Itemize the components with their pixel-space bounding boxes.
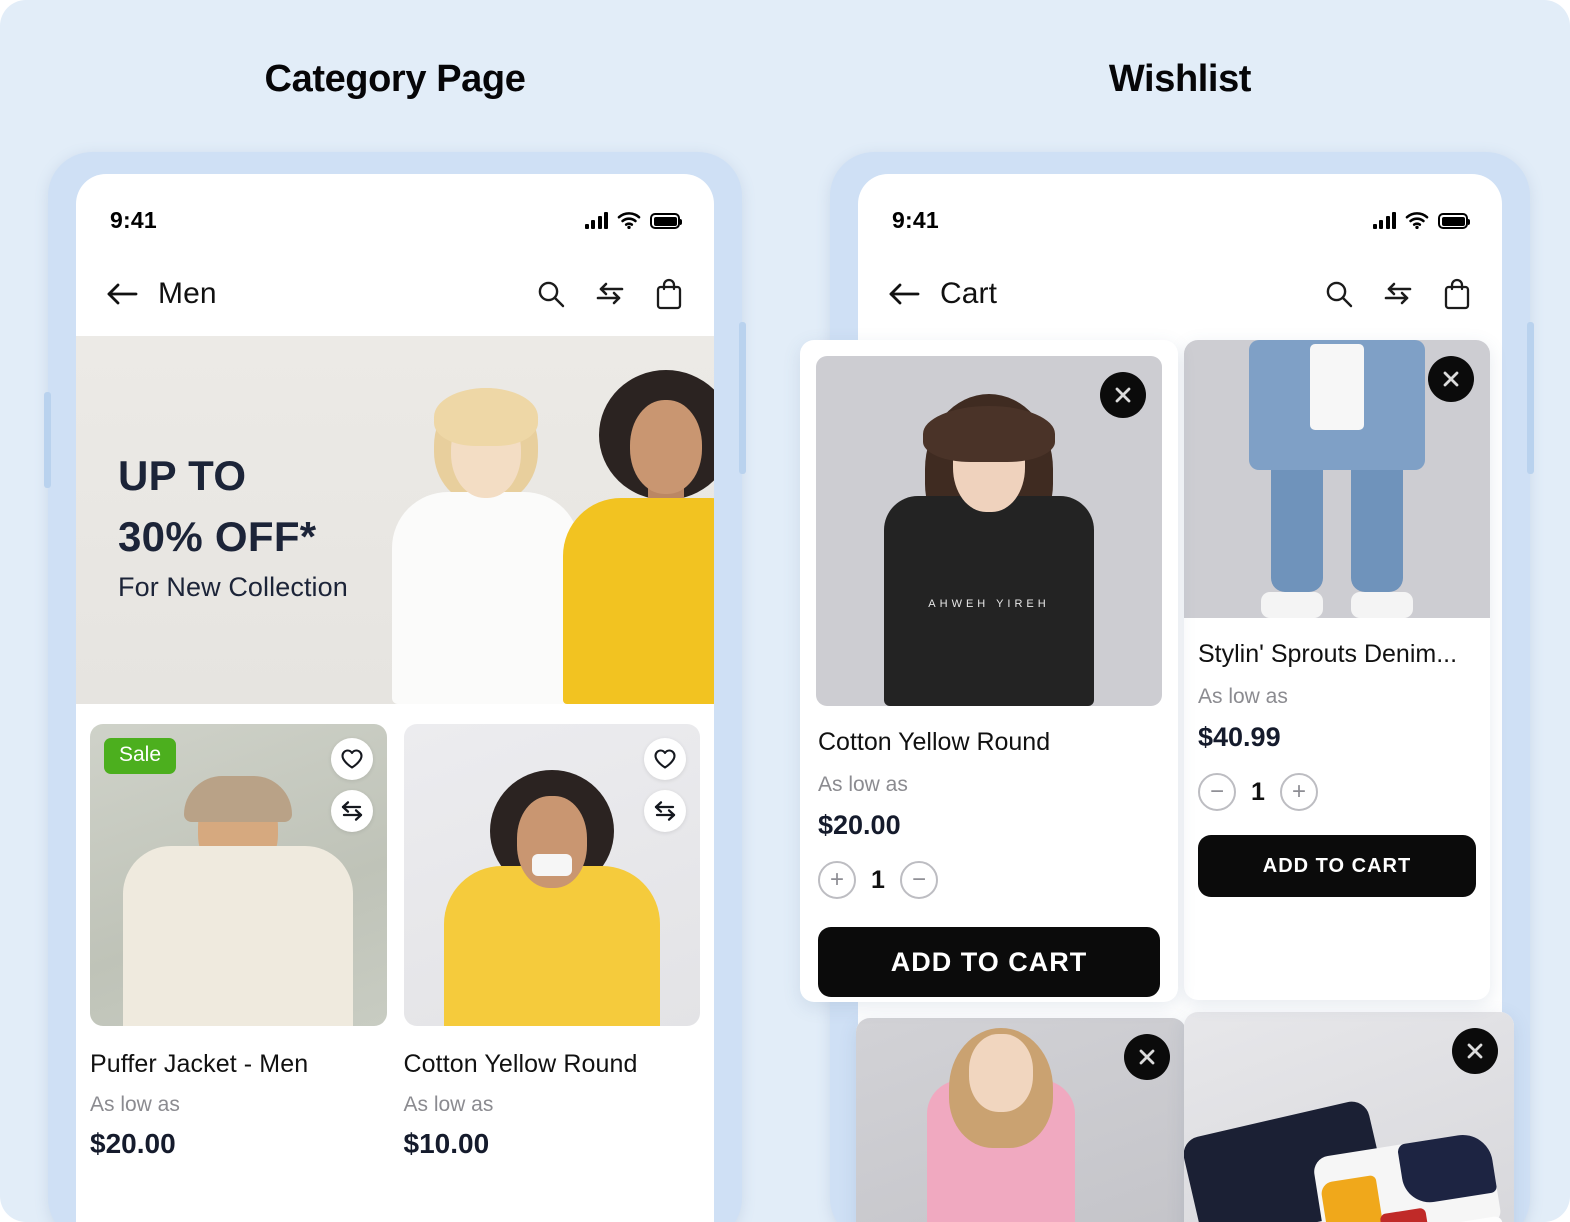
nav-actions [536, 277, 684, 311]
compare-icon[interactable] [1382, 280, 1414, 308]
search-icon[interactable] [1324, 279, 1354, 309]
wishlist-item-card[interactable] [1184, 1012, 1514, 1222]
shopping-bag-icon[interactable] [654, 277, 684, 311]
compare-icon[interactable] [594, 280, 626, 308]
phone-frame-category: 9:41 Men UP TO 30% OFF* For New Collecti… [44, 152, 746, 1222]
quantity-stepper: + 1 − [818, 861, 1160, 899]
wishlist-card-stack: AHWEH YIREH Cotton Yellow Round As low a… [800, 340, 1562, 1222]
close-circle-icon[interactable] [1124, 1034, 1170, 1080]
compare-icon[interactable] [644, 790, 686, 832]
product-image-puffer-jacket[interactable]: Sale [90, 724, 387, 1026]
status-bar: 9:41 [858, 174, 1502, 252]
close-circle-icon[interactable] [1452, 1028, 1498, 1074]
battery-icon [1438, 213, 1470, 229]
page-title: Men [158, 277, 217, 310]
add-to-cart-button[interactable]: ADD TO CART [818, 927, 1160, 997]
wishlist-item-price: $40.99 [1198, 722, 1281, 752]
quantity-value: 1 [1251, 777, 1265, 806]
product-card[interactable]: Cotton Yellow Round As low as $10.00 [403, 724, 700, 1160]
quantity-value: 1 [871, 865, 885, 894]
wishlist-item-title: Cotton Yellow Round [818, 728, 1051, 756]
product-card-actions [644, 738, 686, 832]
wishlist-item-card[interactable]: AHWEH YIREH Cotton Yellow Round As low a… [800, 340, 1178, 1002]
quantity-decrement-button[interactable]: − [900, 861, 938, 899]
phone-side-button-power[interactable] [739, 322, 746, 474]
quantity-decrement-button[interactable]: − [1198, 773, 1236, 811]
section-title-category-page: Category Page [264, 58, 526, 100]
product-price: $20.00 [90, 1128, 176, 1159]
product-price-label: As low as [403, 1093, 494, 1116]
pink-dress-illustration [901, 1028, 1101, 1222]
wifi-icon [1405, 212, 1429, 229]
section-title-wishlist: Wishlist [1108, 58, 1252, 100]
status-time: 9:41 [892, 206, 939, 233]
status-icons [1372, 197, 1470, 229]
black-tee-model-illustration: AHWEH YIREH [869, 376, 1109, 706]
quantity-stepper: − 1 + [1198, 773, 1476, 811]
wishlist-item-image-pink-dress[interactable] [856, 1018, 1186, 1222]
product-price: $10.00 [403, 1128, 490, 1159]
hero-line-1: UP TO [118, 452, 247, 499]
status-icons [584, 197, 682, 229]
wishlist-item-card[interactable]: Stylin' Sprouts Denim... As low as $40.9… [1184, 340, 1490, 1000]
product-card-actions [330, 738, 373, 832]
wishlist-item-price-label: As low as [818, 773, 908, 796]
status-badge-sale: Sale [104, 738, 177, 774]
hero-model-right [556, 354, 714, 704]
signal-bars-icon [1372, 212, 1396, 229]
shopping-bag-icon[interactable] [1442, 277, 1472, 311]
puffer-jacket-illustration [123, 776, 354, 1026]
hero-copy: UP TO 30% OFF* For New Collection [118, 446, 348, 603]
yellow-sweater-illustration [432, 766, 672, 1026]
heart-icon[interactable] [330, 738, 373, 780]
wishlist-item-image-stylin-sprouts-denim[interactable] [1184, 340, 1490, 618]
arrow-left-icon[interactable] [106, 281, 140, 307]
compare-icon[interactable] [330, 790, 373, 832]
product-card[interactable]: Sale Puffer Jacket - Men As low as $20.0… [90, 724, 387, 1160]
wishlist-item-price: $20.00 [818, 810, 901, 840]
hero-line-3: For New Collection [118, 571, 348, 602]
phone-screen-category: 9:41 Men UP TO 30% OFF* For New Collecti… [76, 174, 714, 1222]
product-image-cotton-yellow-round[interactable] [403, 724, 700, 1026]
arrow-left-icon[interactable] [888, 281, 922, 307]
quantity-increment-button[interactable]: + [818, 861, 856, 899]
wishlist-item-image-sneaker[interactable] [1184, 1012, 1514, 1222]
product-title: Cotton Yellow Round [403, 1050, 638, 1078]
close-circle-icon[interactable] [1100, 372, 1146, 418]
wishlist-item-image-cotton-yellow-round[interactable]: AHWEH YIREH [816, 356, 1162, 706]
denim-outfit-illustration [1237, 340, 1437, 618]
search-icon[interactable] [536, 279, 566, 309]
hero-banner[interactable]: UP TO 30% OFF* For New Collection [76, 336, 714, 704]
nav-actions [1324, 277, 1472, 311]
product-price-label: As low as [90, 1093, 180, 1116]
close-circle-icon[interactable] [1428, 356, 1474, 402]
wishlist-item-title: Stylin' Sprouts Denim... [1198, 640, 1458, 668]
status-time: 9:41 [110, 206, 157, 233]
status-bar: 9:41 [76, 174, 714, 252]
nav-bar-category: Men [76, 252, 714, 336]
hero-line-2: 30% OFF* [118, 512, 317, 560]
nav-bar-cart: Cart [858, 252, 1502, 336]
wishlist-item-card[interactable] [856, 1018, 1186, 1222]
product-grid: Sale Puffer Jacket - Men As low as $20.0… [76, 704, 714, 1160]
phone-side-button-volume[interactable] [44, 392, 51, 488]
wifi-icon [617, 212, 641, 229]
battery-icon [650, 213, 682, 229]
page-canvas: Category Page Wishlist 9:41 Men UP TO 30… [0, 0, 1570, 1222]
heart-icon[interactable] [644, 738, 686, 780]
quantity-increment-button[interactable]: + [1280, 773, 1318, 811]
wishlist-item-details: Cotton Yellow Round As low as $20.00 + 1… [800, 728, 1178, 997]
wishlist-item-details: Stylin' Sprouts Denim... As low as $40.9… [1184, 640, 1490, 897]
wishlist-item-price-label: As low as [1198, 685, 1288, 708]
add-to-cart-button[interactable]: ADD TO CART [1198, 835, 1476, 897]
tee-print-text: AHWEH YIREH [928, 598, 1050, 610]
signal-bars-icon [584, 212, 608, 229]
page-title: Cart [940, 277, 998, 310]
product-title: Puffer Jacket - Men [90, 1050, 309, 1078]
